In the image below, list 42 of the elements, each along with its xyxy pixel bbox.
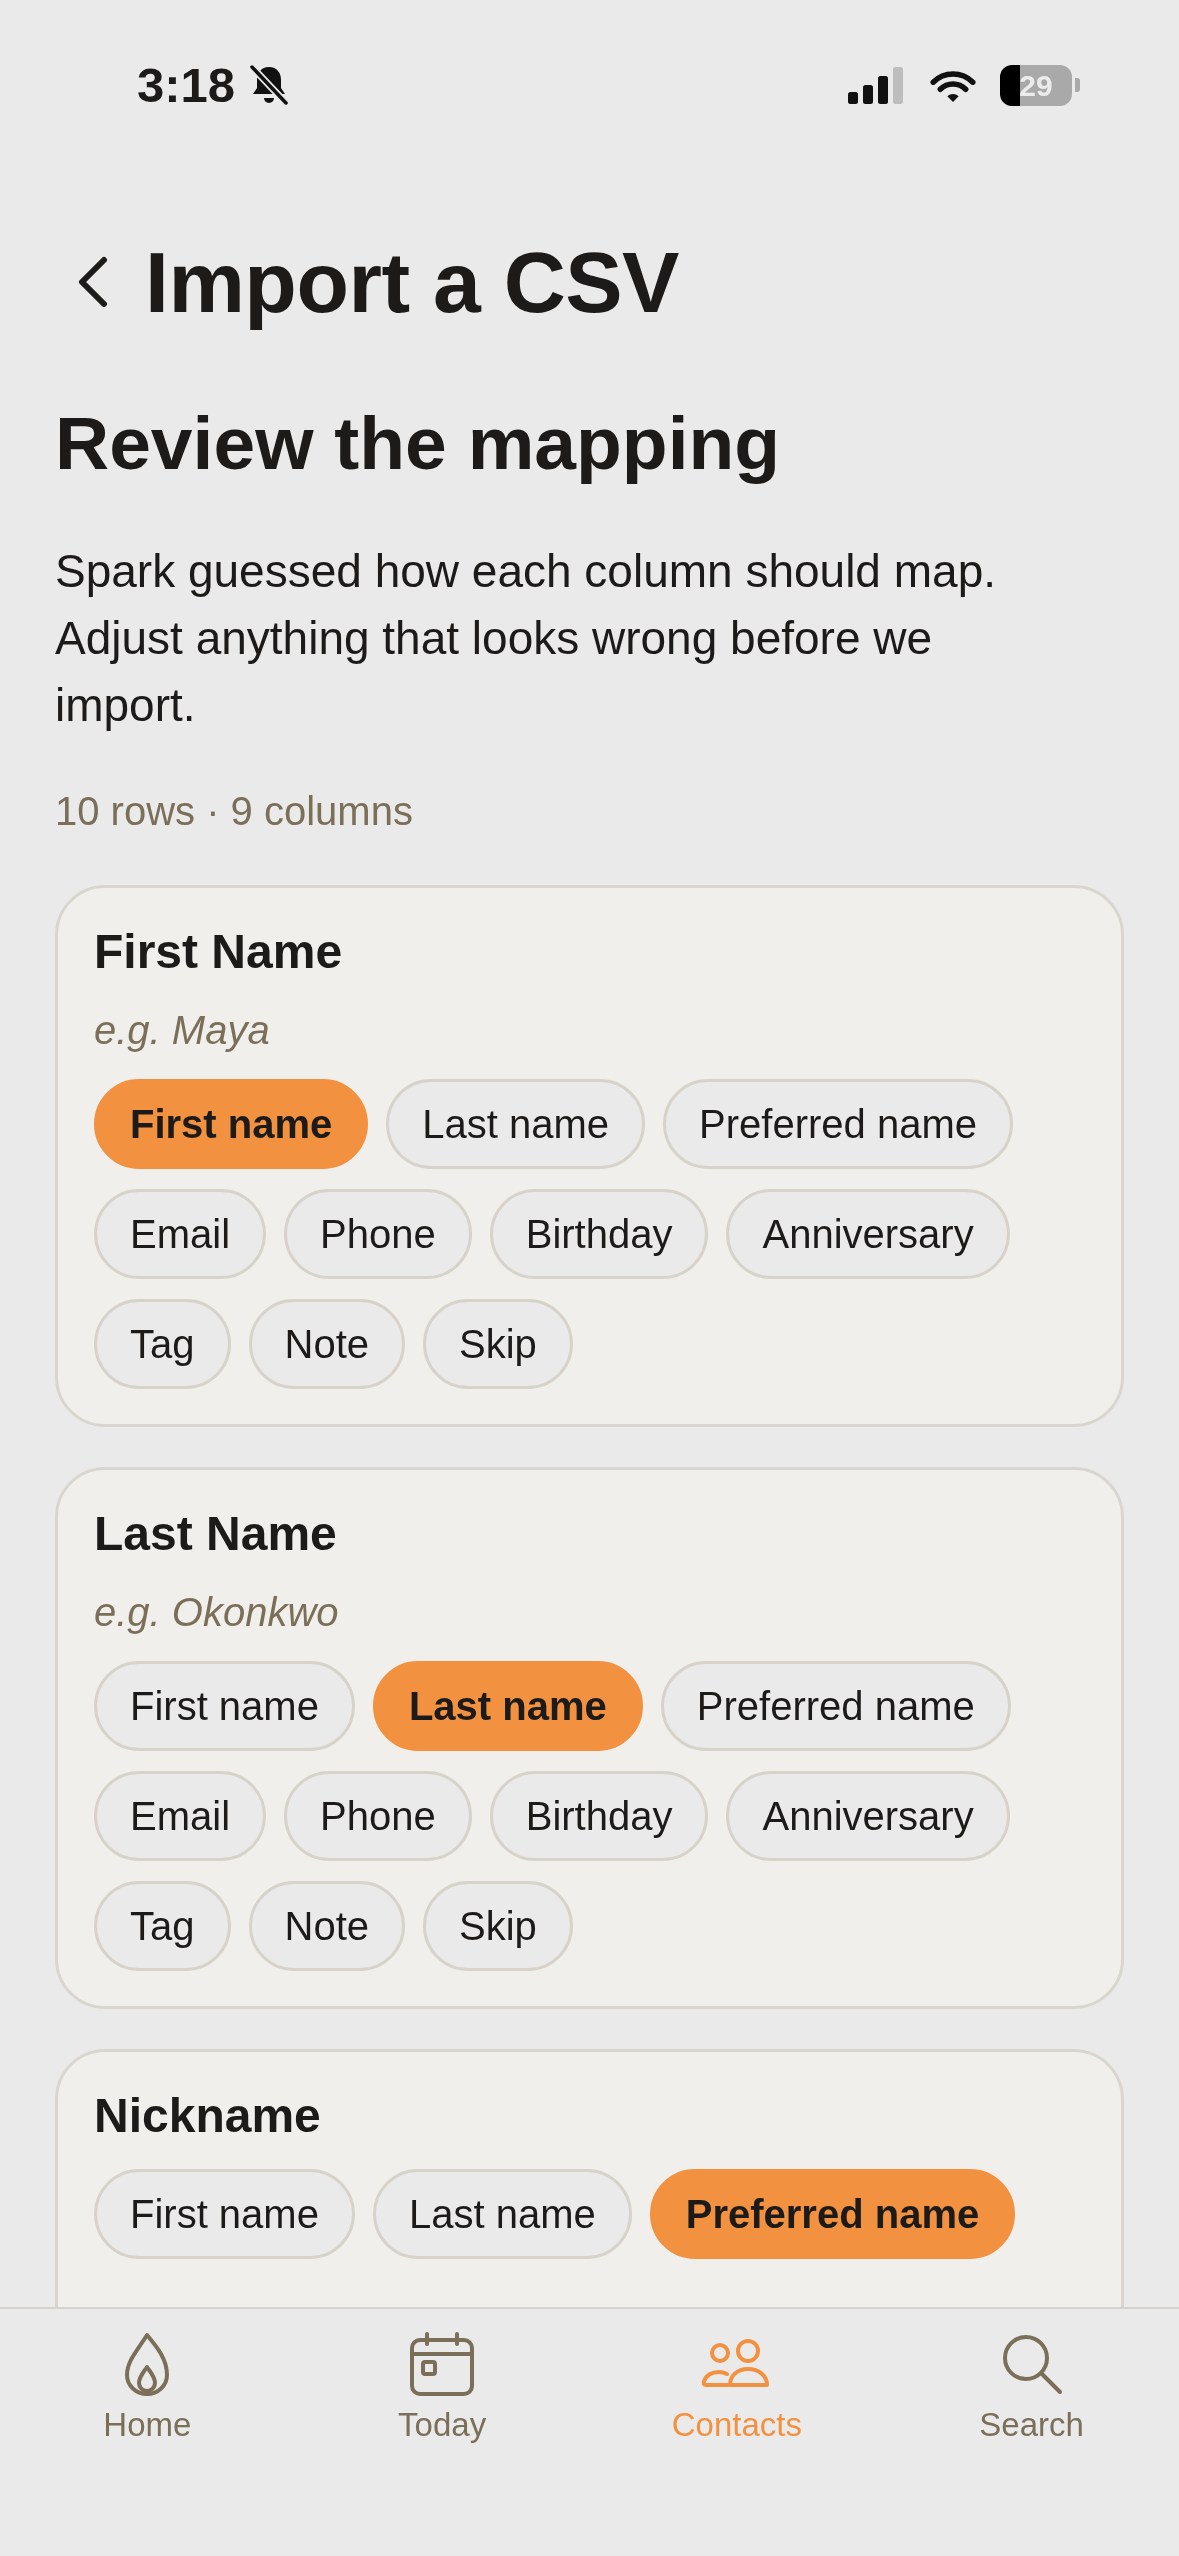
column-name: First Name [94,924,344,980]
field-option-chip[interactable]: Skip [423,1881,573,1971]
field-option-chip[interactable]: Phone [284,1189,472,1279]
example-value: e.g. Maya [94,1007,271,1054]
field-option-chip[interactable]: Tag [94,1881,231,1971]
back-icon[interactable] [77,256,109,308]
field-option-chip[interactable]: Last name [372,2169,632,2259]
field-option-chip[interactable]: Tag [94,1299,231,1389]
field-option-chip[interactable]: Phone [284,1771,472,1861]
field-option-chip[interactable]: Last name [386,1079,646,1169]
field-option-chip[interactable]: Birthday [489,1771,709,1861]
field-option-chip[interactable]: Preferred name [663,1079,1013,1169]
column-name: Nickname [94,2088,322,2144]
field-option-chip[interactable]: Anniversary [726,1189,1010,1279]
status-time: 3:18 [137,57,236,113]
field-option-chip[interactable]: First name [94,2169,355,2259]
field-option-chip[interactable]: Last name [372,1661,643,1751]
muted-bell-icon [249,64,290,106]
field-option-chip[interactable]: Note [248,1881,405,1971]
field-option-chip[interactable]: Anniversary [726,1771,1010,1861]
page-title: Import a CSV [145,233,679,332]
field-option-chip[interactable]: Note [248,1299,405,1389]
column-name: Last Name [94,1506,338,1562]
flame-icon [123,2331,172,2397]
tab-item[interactable]: Home [103,2331,192,2445]
tab-item[interactable]: Today [398,2331,487,2445]
field-option-chip[interactable]: Email [94,1189,267,1279]
calendar-icon [409,2331,476,2397]
example-value: e.g. Okonkwo [94,1589,340,1636]
field-option-chip[interactable]: Birthday [489,1189,709,1279]
tab-item[interactable]: Search [979,2331,1084,2445]
field-option-chip[interactable]: First name [94,1079,369,1169]
field-option-chip[interactable]: Skip [423,1299,573,1389]
field-option-chip[interactable]: Preferred name [649,2169,1016,2259]
field-option-chip[interactable]: Preferred name [660,1661,1011,1751]
description-text: Spark guessed how each column should map. Adjust anything that looks wrong before we import. [55,544,997,733]
signal-icon [848,66,906,104]
summary-text: 10 rows · 9 columns [55,788,414,835]
field-option-chip[interactable]: First name [94,1661,355,1751]
section-title: Review the mapping [55,400,782,487]
field-option-chip[interactable]: Email [94,1771,267,1861]
battery-indicator: 29 [1000,64,1080,106]
